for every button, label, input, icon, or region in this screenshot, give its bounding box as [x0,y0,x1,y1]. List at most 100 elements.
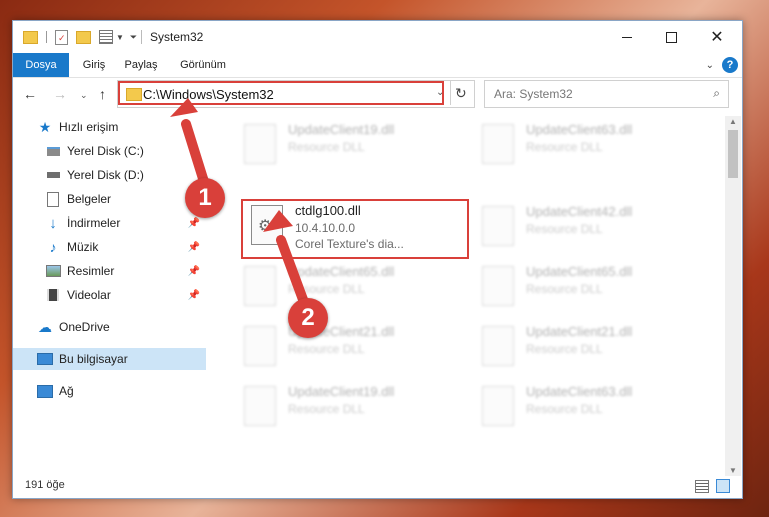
music-icon: ♪ [49,239,57,255]
file-item[interactable]: UpdateClient65.dll Resource DLL [476,262,706,314]
pin-icon[interactable]: 📌 [188,218,200,229]
view-icon[interactable] [99,30,113,44]
file-item[interactable]: UpdateClient42.dll Resource DLL [476,202,706,254]
recent-locations-icon[interactable]: ⌄ [80,90,88,101]
sidebar-item-label: OneDrive [59,320,110,334]
expand-ribbon-icon[interactable]: ⌄ [706,60,714,71]
refresh-icon[interactable]: ↻ [455,85,467,102]
chevron-down-icon[interactable]: ▼ [116,33,124,42]
dll-file-icon [482,206,514,246]
properties-icon[interactable]: ✓ [55,29,68,45]
search-box[interactable]: Ara: System32 ⌕ [484,80,729,108]
close-button[interactable]: ✕ [694,21,740,53]
navigation-pane: ★ Hızlı erişim Yerel Disk (C:) Yerel Dis… [13,116,206,466]
search-icon[interactable]: ⌕ [713,86,720,101]
file-highlight-box [241,199,469,259]
up-arrow-icon[interactable]: ↑ [99,86,106,102]
dll-file-icon [482,124,514,164]
sidebar-item-label: Ağ [59,384,74,398]
file-name: UpdateClient19.dll [288,384,395,399]
maximize-button[interactable] [648,21,694,53]
scroll-down-icon[interactable]: ▼ [729,466,737,475]
file-item[interactable]: UpdateClient63.dll Resource DLL [476,382,706,434]
status-bar: 191 öğe [13,476,742,496]
window-title: System32 [150,30,204,44]
star-icon: ★ [38,118,52,135]
sidebar-item-this-pc[interactable]: Bu bilgisayar [13,348,206,370]
folder-icon[interactable] [23,30,38,44]
scrollbar-thumb[interactable] [728,130,738,178]
sidebar-item-label: İndirmeler [67,216,121,230]
sidebar-item-documents[interactable]: Belgeler [13,188,206,210]
file-list: UpdateClient19.dll Resource DLL UpdateCl… [218,116,723,471]
tab-view[interactable]: Görünüm [173,53,233,77]
tab-home[interactable]: Giriş [75,53,113,77]
forward-arrow-icon[interactable]: → [53,86,67,102]
dll-file-icon [244,326,276,366]
file-item[interactable]: UpdateClient21.dll Resource DLL [476,322,706,374]
sidebar-item-quick-access[interactable]: ★ Hızlı erişim [13,116,206,138]
separator-icon [46,31,47,43]
search-input[interactable]: Ara: System32 [494,87,573,101]
minimize-button[interactable] [604,21,650,53]
customize-toolbar-icon[interactable]: ⏷ [130,32,137,43]
title-separator [141,30,142,44]
new-folder-icon[interactable] [76,30,91,44]
maximize-icon [665,31,677,43]
dll-file-icon [482,266,514,306]
sidebar-item-music[interactable]: ♪ Müzik 📌 [13,236,206,258]
file-item[interactable]: UpdateClient63.dll Resource DLL [476,120,706,172]
pin-icon[interactable]: 📌 [188,266,200,277]
title-bar: ✓ ▼ ⏷ System32 ✕ [13,21,742,53]
file-description: Resource DLL [288,282,365,296]
computer-icon [37,351,53,367]
file-item[interactable]: UpdateClient19.dll Resource DLL [238,120,468,172]
large-icons-view-icon[interactable] [716,479,730,493]
sidebar-item-downloads[interactable]: ↓ İndirmeler 📌 [13,212,206,234]
sidebar-item-local-disk-c[interactable]: Yerel Disk (C:) [13,140,206,162]
pin-icon[interactable]: 📌 [188,242,200,253]
dll-file-icon [244,266,276,306]
dll-file-icon [244,386,276,426]
download-icon: ↓ [49,214,57,232]
help-icon[interactable]: ? [722,57,738,73]
file-name: UpdateClient65.dll [288,264,395,279]
quick-access-toolbar: ✓ ▼ ⏷ [23,29,137,45]
tab-file[interactable]: Dosya [13,53,69,77]
scroll-up-icon[interactable]: ▲ [729,117,737,126]
sidebar-item-label: Yerel Disk (D:) [67,168,144,182]
file-description: Resource DLL [526,222,603,236]
drive-icon [45,167,61,183]
sidebar-item-local-disk-d[interactable]: Yerel Disk (D:) [13,164,206,186]
sidebar-item-label: Belgeler [67,192,112,206]
sidebar-item-pictures[interactable]: Resimler 📌 [13,260,206,282]
cloud-icon: ☁ [38,318,52,335]
details-view-icon[interactable] [695,480,709,493]
sidebar-item-videos[interactable]: Videolar 📌 [13,284,206,306]
tab-share[interactable]: Paylaş [117,53,165,77]
file-description: Resource DLL [526,140,603,154]
ribbon: Dosya Giriş Paylaş Görünüm ⌄ ? [13,53,742,78]
file-item[interactable]: UpdateClient19.dll Resource DLL [238,382,468,434]
navigation-bar: ← → ⌄ ↑ C:\Windows\System32 ⌄ ↻ Ara: Sys… [13,78,742,112]
file-description: Resource DLL [526,402,603,416]
file-item[interactable]: UpdateClient21.dll Resource DLL [238,322,468,374]
ribbon-controls: ⌄ ? [706,57,738,73]
file-description: Resource DLL [288,402,365,416]
item-count: 191 öğe [25,479,65,491]
vertical-scrollbar[interactable]: ▲ ▼ [725,116,741,476]
close-icon: ✕ [710,29,724,46]
dll-file-icon [482,386,514,426]
dll-file-icon [244,124,276,164]
back-arrow-icon[interactable]: ← [23,86,37,102]
sidebar-item-network[interactable]: Ağ [13,380,206,402]
file-item[interactable]: UpdateClient65.dll Resource DLL [238,262,468,314]
annotation-badge-2: 2 [288,298,328,338]
file-name: UpdateClient21.dll [526,324,633,339]
file-name: UpdateClient63.dll [526,384,633,399]
dll-file-icon [482,326,514,366]
pin-icon[interactable]: 📌 [188,290,200,301]
pictures-icon [45,263,61,279]
sidebar-item-label: Müzik [67,240,99,254]
sidebar-item-onedrive[interactable]: ☁ OneDrive [13,316,206,338]
